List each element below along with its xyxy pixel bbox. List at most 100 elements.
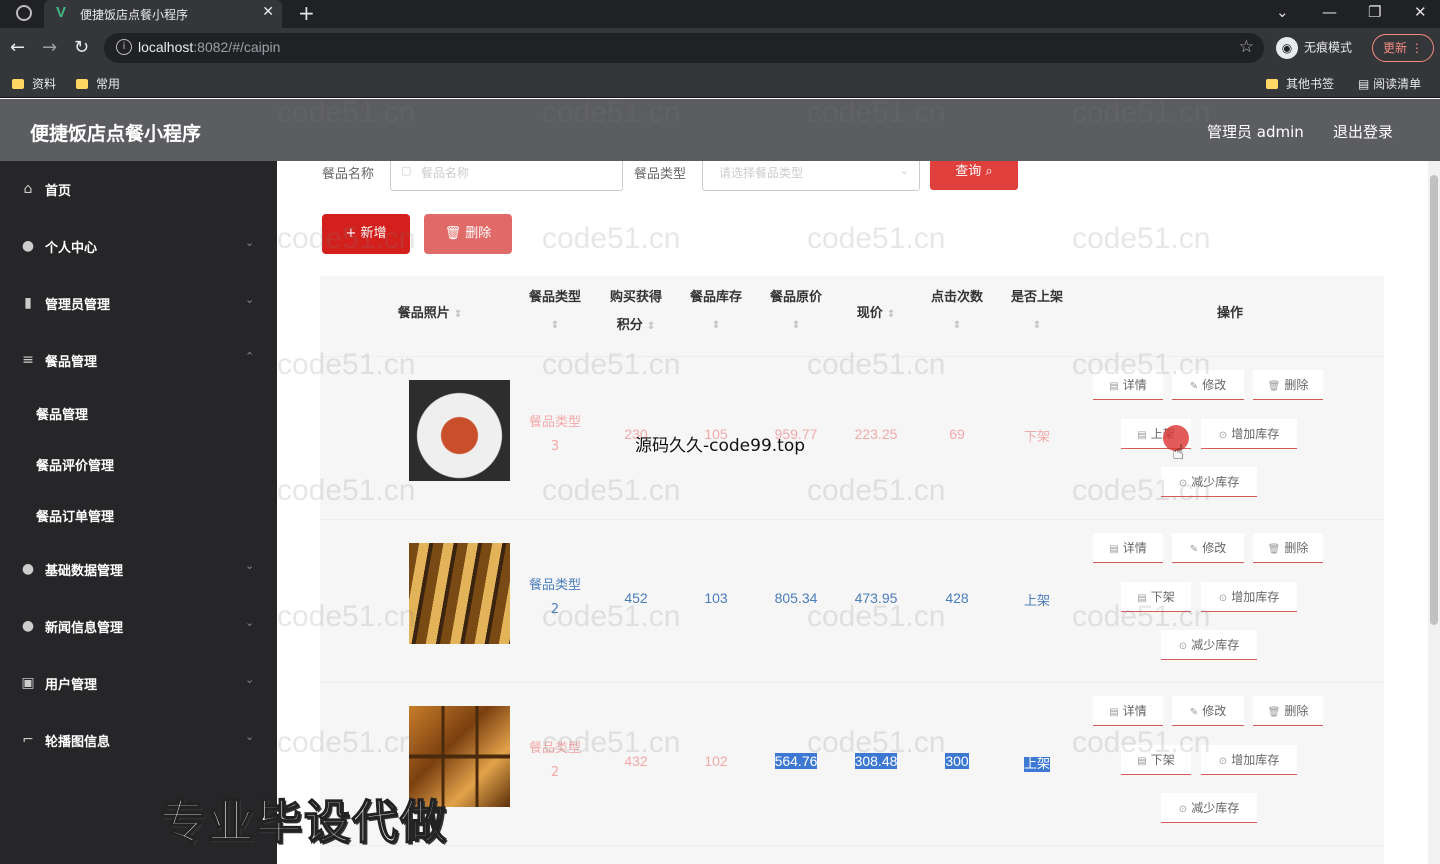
- sidebar-item-label: 管理员管理: [45, 298, 111, 313]
- tab-search-icon[interactable]: ⌄: [1276, 3, 1289, 21]
- dish-photo: [409, 380, 510, 481]
- sidebar-item-basedata[interactable]: ● 基础数据管理 ⌄: [0, 549, 277, 589]
- col-header-price[interactable]: 现价 ⇕: [836, 300, 916, 329]
- detail-button[interactable]: ▤ 详情: [1093, 696, 1163, 726]
- cell-type: 餐品类型 2: [528, 578, 581, 617]
- sort-icon[interactable]: ⇕: [515, 312, 595, 340]
- sidebar-item-news[interactable]: ● 新闻信息管理 ⌄: [0, 606, 277, 646]
- document-icon: ▤: [1109, 707, 1119, 718]
- sort-icon[interactable]: ⇕: [917, 312, 997, 340]
- document-icon: ▤: [1137, 593, 1147, 604]
- logout-link[interactable]: 退出登录: [1333, 121, 1393, 142]
- col-header-onshelf[interactable]: 是否上架 ⇕: [997, 284, 1077, 340]
- vue-favicon-icon: V: [56, 4, 67, 21]
- cell-onshelf: 上架: [1023, 757, 1050, 772]
- sort-icon[interactable]: ⇕: [756, 312, 836, 340]
- bookmark-star-icon[interactable]: ☆: [1239, 37, 1254, 57]
- cell-price: 473.95: [854, 590, 898, 606]
- sidebar-subitem-dishes[interactable]: 餐品管理: [0, 393, 277, 433]
- detail-button[interactable]: ▤ 详情: [1093, 370, 1163, 400]
- reload-icon[interactable]: ↻: [74, 37, 89, 58]
- folder-icon: [12, 79, 24, 89]
- cell-points: 432: [624, 753, 648, 769]
- minimize-icon[interactable]: —: [1322, 3, 1337, 21]
- sort-icon[interactable]: ⇕: [997, 312, 1077, 340]
- incognito-indicator[interactable]: ◉ 无痕模式: [1276, 37, 1352, 59]
- location-icon: ⊙: [1218, 756, 1228, 767]
- row-divider: [320, 356, 1384, 357]
- col-header-photo[interactable]: 餐品照片 ⇕: [360, 300, 500, 329]
- restore-icon[interactable]: ❐: [1368, 3, 1381, 21]
- update-button[interactable]: 更新 ⋮: [1372, 34, 1434, 62]
- sidebar-item-carousel[interactable]: ⌐ 轮播图信息 ⌄: [0, 720, 277, 760]
- other-bookmarks[interactable]: 其他书签: [1266, 75, 1334, 92]
- delete-button[interactable]: 🗑 删除: [1253, 696, 1323, 726]
- main-scrollbar[interactable]: [1428, 161, 1440, 864]
- col-header-stock[interactable]: 餐品库存 ⇕: [676, 284, 756, 340]
- tab-close-icon[interactable]: ✕: [262, 4, 274, 20]
- reduce-stock-button[interactable]: ⊙ 减少库存: [1161, 793, 1257, 823]
- add-stock-button[interactable]: ⊙ 增加库存: [1201, 745, 1297, 775]
- batch-delete-button[interactable]: 🗑 删除: [424, 214, 512, 254]
- shelf-toggle-button[interactable]: ▤ 下架: [1121, 745, 1191, 775]
- sidebar-subitem-reviews[interactable]: 餐品评价管理: [0, 444, 277, 484]
- document-icon: ▤: [1137, 430, 1147, 441]
- sidebar-item-personal[interactable]: ● 个人中心 ⌄: [0, 226, 277, 266]
- location-icon: ⊙: [1178, 641, 1188, 652]
- dish-name-input[interactable]: ▢ 餐品名称: [390, 161, 623, 191]
- dish-table: 餐品照片 ⇕ 餐品类型 ⇕ 购买获得 积分 ⇕ 餐品库存 ⇕ 餐品原价 ⇕ 现价 ⇕ 点击次数…: [320, 276, 1384, 864]
- bookmark-folder-1[interactable]: 资料: [12, 75, 56, 92]
- window-close-icon[interactable]: ✕: [1414, 3, 1427, 21]
- browser-tab[interactable]: V 便捷饭店点餐小程序 ✕: [44, 0, 282, 28]
- new-tab-button[interactable]: +: [298, 1, 315, 25]
- sort-icon[interactable]: ⇕: [887, 309, 895, 320]
- bookmark-folder-2[interactable]: 常用: [76, 75, 120, 92]
- chevron-down-icon: ⌄: [245, 293, 255, 306]
- sort-icon[interactable]: ⇕: [676, 312, 756, 340]
- sidebar-item-dishes[interactable]: ≡ 餐品管理 ⌃: [0, 340, 277, 380]
- sidebar-item-users[interactable]: ▣ 用户管理 ⌄: [0, 663, 277, 703]
- col-header-points[interactable]: 购买获得 积分 ⇕: [596, 284, 676, 341]
- shelf-toggle-button[interactable]: ▤ 下架: [1121, 582, 1191, 612]
- edit-button[interactable]: ✎ 修改: [1172, 533, 1244, 563]
- chevron-down-icon: ⌄: [245, 236, 255, 249]
- chart-icon: ▮: [24, 295, 32, 311]
- sidebar-item-label: 餐品管理: [45, 355, 98, 370]
- chevron-down-icon: ⌄: [245, 730, 255, 743]
- sort-icon[interactable]: ⇕: [454, 309, 462, 320]
- edit-button[interactable]: ✎ 修改: [1172, 696, 1244, 726]
- add-stock-button[interactable]: ⊙ 增加库存: [1201, 582, 1297, 612]
- reduce-stock-button[interactable]: ⊙ 减少库存: [1161, 467, 1257, 497]
- query-button[interactable]: 查询 ⌕: [930, 161, 1018, 190]
- sidebar-item-admin[interactable]: ▮ 管理员管理 ⌄: [0, 283, 277, 323]
- forward-icon[interactable]: →: [42, 37, 57, 58]
- col-header-clicks[interactable]: 点击次数 ⇕: [917, 284, 997, 340]
- add-button[interactable]: + 新增: [322, 214, 410, 254]
- reading-list[interactable]: ▤ 阅读清单: [1358, 75, 1421, 92]
- edit-button[interactable]: ✎ 修改: [1172, 370, 1244, 400]
- add-stock-button[interactable]: ⊙ 增加库存: [1201, 419, 1297, 449]
- browser-logo-icon: [16, 5, 32, 21]
- location-icon: ⊙: [1218, 593, 1228, 604]
- dish-type-select[interactable]: 请选择餐品类型 ⌄: [702, 161, 920, 191]
- sidebar-subitem-label: 餐品评价管理: [36, 459, 115, 474]
- user-icon: ●: [21, 238, 35, 254]
- folder-icon: [76, 79, 88, 89]
- detail-button[interactable]: ▤ 详情: [1093, 533, 1163, 563]
- col-header-type[interactable]: 餐品类型 ⇕: [515, 284, 595, 340]
- pencil-icon: ✎: [1189, 707, 1199, 718]
- back-icon[interactable]: ←: [10, 37, 25, 58]
- sidebar-item-label: 用户管理: [45, 678, 98, 693]
- delete-button[interactable]: 🗑 删除: [1253, 370, 1323, 400]
- delete-button[interactable]: 🗑 删除: [1253, 533, 1323, 563]
- col-header-orig-price[interactable]: 餐品原价 ⇕: [756, 284, 836, 340]
- sidebar-subitem-orders[interactable]: 餐品订单管理: [0, 495, 277, 535]
- main-content: 餐品名称 ▢ 餐品名称 餐品类型 请选择餐品类型 ⌄ 查询 ⌕ + 新增 🗑 删…: [277, 161, 1427, 864]
- sort-icon[interactable]: ⇕: [647, 321, 655, 332]
- sidebar-item-home[interactable]: ⌂ 首页: [0, 169, 277, 209]
- scrollbar-thumb[interactable]: [1430, 175, 1438, 625]
- cell-type: 餐品类型 2: [528, 741, 581, 780]
- url-field[interactable]: i localhost:8082/#/caipin ☆: [104, 33, 1264, 63]
- site-info-icon[interactable]: i: [116, 39, 132, 55]
- reduce-stock-button[interactable]: ⊙ 减少库存: [1161, 630, 1257, 660]
